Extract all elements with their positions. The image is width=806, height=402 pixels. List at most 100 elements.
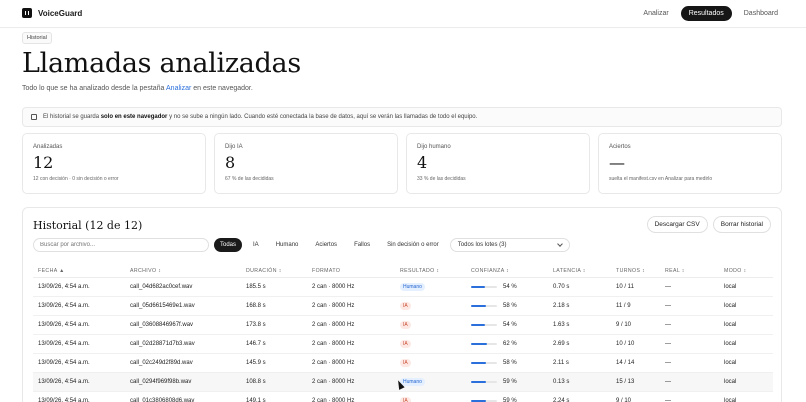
breadcrumb: Historial: [22, 32, 52, 44]
confidence-value: 58 %: [503, 303, 517, 309]
stat-card-aciertos: Aciertos — suelta el manifest.csv en Ana…: [598, 133, 782, 194]
clear-history-button[interactable]: Borrar historial: [712, 216, 771, 233]
filter-chip-ia[interactable]: IA: [247, 238, 265, 252]
cell-modo: local: [724, 341, 737, 347]
cell-duracion: 108.8 s: [246, 379, 266, 385]
nav-resultados[interactable]: Resultados: [680, 6, 732, 21]
result-badge: Humano: [400, 283, 425, 291]
table-row[interactable]: 13/09/26, 4:54 a.m. call_0294f969f98b.wav…: [33, 373, 773, 392]
col-fecha[interactable]: FECHA ▲: [33, 268, 130, 274]
cell-latencia: 0.70 s: [553, 284, 570, 290]
filter-chip-aciertos[interactable]: Aciertos: [309, 238, 343, 252]
result-badge: IA: [400, 302, 411, 310]
cell-archivo: call_03608846967f.wav: [130, 322, 194, 328]
download-csv-button[interactable]: Descargar CSV: [646, 216, 708, 233]
cell-real: —: [665, 341, 671, 347]
cell-formato: 2 can · 8000 Hz: [312, 398, 355, 402]
col-turnos[interactable]: TURNOS ↕: [616, 268, 665, 274]
cell-formato: 2 can · 8000 Hz: [312, 379, 355, 385]
col-formato: FORMATO: [312, 267, 341, 274]
col-confianza[interactable]: CONFIANZA ↕: [471, 268, 553, 274]
cell-turnos: 11 / 9: [616, 303, 631, 309]
col-duracion[interactable]: DURACIÓN ↕: [246, 268, 312, 274]
table-row[interactable]: 13/09/26, 4:54 a.m. call_01c3806808d6.wav…: [33, 392, 773, 402]
filter-chip-todas[interactable]: Todas: [214, 238, 243, 252]
cell-duracion: 173.8 s: [246, 322, 266, 328]
stat-note: 12 con decisión · 0 sin decisión o error: [33, 176, 119, 182]
stat-value: —: [609, 153, 625, 172]
col-archivo[interactable]: ARCHIVO ↕: [130, 268, 246, 274]
stat-value: 8: [225, 153, 236, 172]
result-badge: IA: [400, 359, 411, 367]
cell-modo: local: [724, 322, 737, 328]
cell-duracion: 149.1 s: [246, 398, 266, 402]
search-input[interactable]: [33, 238, 209, 252]
cell-resultado: Humano: [400, 378, 471, 386]
confidence-value: 62 %: [503, 341, 517, 347]
subtitle-text-post: en este navegador.: [191, 85, 253, 92]
cell-modo: local: [724, 284, 737, 290]
table-header: FECHA ▲ ARCHIVO ↕ DURACIÓN ↕ FORMATO RES…: [33, 264, 773, 278]
table-row[interactable]: 13/09/26, 4:54 a.m. call_04d682ac0cef.wav…: [33, 278, 773, 297]
stats-row: Analizadas 12 12 con decisión · 0 sin de…: [22, 133, 782, 194]
stat-label: Analizadas: [33, 144, 63, 150]
cell-confianza: 62 %: [471, 341, 553, 347]
cell-confianza: 59 %: [471, 379, 553, 385]
cell-real: —: [665, 360, 671, 366]
cell-real: —: [665, 379, 671, 385]
cell-turnos: 14 / 14: [616, 360, 635, 366]
history-panel: Historial (12 de 12) Descargar CSV Borra…: [22, 207, 782, 402]
confidence-bar-fill: [471, 362, 487, 364]
confidence-value: 59 %: [503, 398, 517, 402]
cell-turnos: 10 / 11: [616, 284, 634, 290]
batch-select[interactable]: Todos los lotes (3): [449, 238, 570, 252]
confidence-value: 54 %: [503, 284, 517, 290]
table-row[interactable]: 13/09/26, 4:54 a.m. call_03608846967f.wav…: [33, 316, 773, 335]
col-latencia[interactable]: LATENCIA ↕: [553, 268, 616, 274]
cell-real: —: [665, 322, 671, 328]
nav-analizar[interactable]: Analizar: [635, 6, 676, 21]
cell-turnos: 10 / 10: [616, 341, 635, 347]
stat-card-analizadas: Analizadas 12 12 con decisión · 0 sin de…: [22, 133, 206, 194]
history-title: Historial (12 de 12): [33, 219, 143, 232]
cell-turnos: 15 / 13: [616, 379, 635, 385]
analizar-link[interactable]: Analizar: [166, 85, 191, 92]
confidence-bar: [471, 324, 497, 326]
voiceguard-logo-icon: [22, 8, 32, 18]
cell-archivo: call_04d682ac0cef.wav: [130, 284, 193, 290]
cell-turnos: 9 / 10: [616, 398, 632, 402]
cell-resultado: IA: [400, 321, 471, 329]
cell-latencia: 2.69 s: [553, 341, 570, 347]
cell-duracion: 145.9 s: [246, 360, 266, 366]
cell-resultado: IA: [400, 302, 471, 310]
table-row[interactable]: 13/09/26, 4:54 a.m. call_05d6615469e1.wav…: [33, 297, 773, 316]
col-resultado[interactable]: RESULTADO ↕: [400, 268, 471, 274]
stat-label: Dijo humano: [417, 144, 451, 150]
confidence-bar-fill: [471, 286, 486, 288]
main-nav: Analizar Resultados Dashboard: [635, 6, 786, 21]
col-modo[interactable]: MODO ↕: [724, 268, 773, 274]
col-real[interactable]: REAL ↕: [665, 268, 724, 274]
nav-dashboard[interactable]: Dashboard: [736, 6, 786, 21]
filter-chip-humano[interactable]: Humano: [270, 238, 305, 252]
stat-note: suelta el manifest.csv en Analizar para …: [609, 176, 713, 182]
cell-fecha: 13/09/26, 4:54 a.m.: [38, 322, 90, 328]
confidence-bar: [471, 381, 497, 383]
cell-formato: 2 can · 8000 Hz: [312, 360, 355, 366]
chevron-down-icon: [556, 241, 563, 247]
result-badge: IA: [400, 397, 411, 402]
cell-formato: 2 can · 8000 Hz: [312, 322, 355, 328]
top-navbar: VoiceGuard Analizar Resultados Dashboard: [0, 0, 806, 28]
filter-chip-sin-decision[interactable]: Sin decisión o error: [381, 238, 445, 252]
table-row[interactable]: 13/09/26, 4:54 a.m. call_02d28871d7b3.wav…: [33, 335, 773, 354]
storage-notice: El historial se guarda solo en este nave…: [22, 107, 782, 127]
brand[interactable]: VoiceGuard: [22, 8, 82, 18]
filter-chip-fallos[interactable]: Fallos: [348, 238, 376, 252]
cell-archivo: call_0294f969f98b.wav: [130, 379, 192, 385]
batch-select-value: Todos los lotes (3): [457, 242, 507, 248]
cell-latencia: 2.24 s: [553, 398, 570, 402]
cell-real: —: [665, 398, 671, 402]
cell-latencia: 2.11 s: [553, 360, 569, 366]
table-row[interactable]: 13/09/26, 4:54 a.m. call_02c249d2f89d.wav…: [33, 354, 773, 373]
page-subtitle: Todo lo que se ha analizado desde la pes…: [22, 85, 253, 92]
